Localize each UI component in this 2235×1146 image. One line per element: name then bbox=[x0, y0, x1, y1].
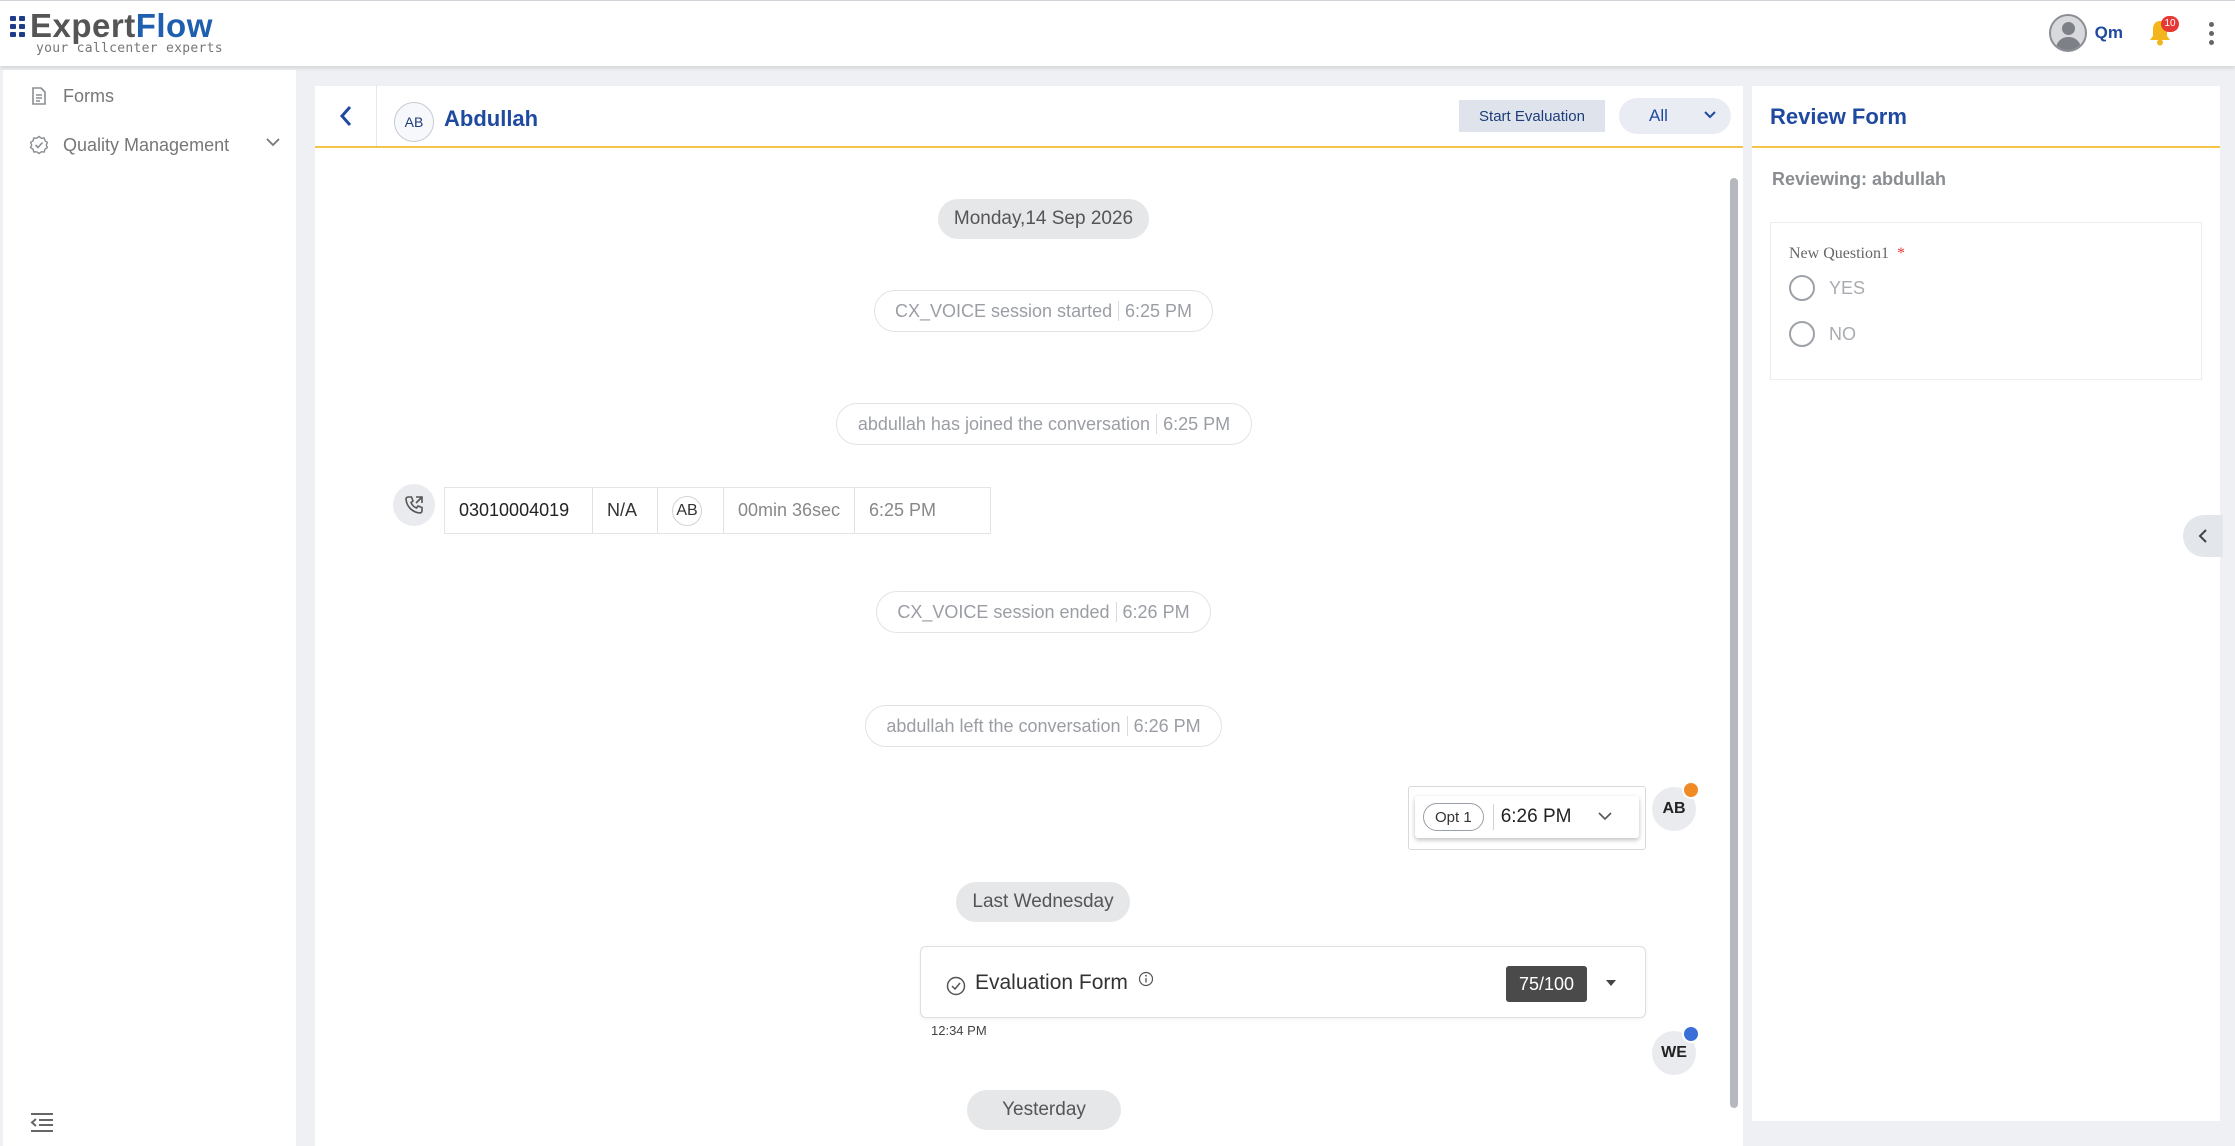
question-label: New Question1 * bbox=[1789, 245, 1905, 263]
conversation-panel: AB Abdullah Start Evaluation All Monday,… bbox=[315, 86, 1743, 1146]
start-evaluation-button[interactable]: Start Evaluation bbox=[1459, 100, 1605, 132]
review-form-header: Review Form bbox=[1752, 86, 2220, 148]
review-form-panel: Review Form Reviewing: abdullah New Ques… bbox=[1752, 86, 2220, 1121]
sidebar: Forms Quality Management bbox=[3, 70, 296, 1146]
sender-avatar-ab: AB bbox=[1652, 781, 1700, 831]
review-form-title: Review Form bbox=[1770, 104, 1907, 129]
radio-button[interactable] bbox=[1789, 275, 1815, 301]
call-duration: 00min 36sec bbox=[724, 488, 855, 533]
chevron-down-icon[interactable] bbox=[266, 137, 280, 147]
call-number: 03010004019 bbox=[445, 488, 593, 533]
radio-label: YES bbox=[1829, 277, 1866, 298]
radio-option-no[interactable]: NO bbox=[1789, 321, 1856, 347]
notification-bell-icon[interactable]: 10 bbox=[2147, 16, 2179, 48]
option-message-card: Opt 1 6:26 PM bbox=[1408, 786, 1646, 850]
sender-initials: AB bbox=[1662, 800, 1686, 817]
quality-icon bbox=[29, 135, 49, 155]
option-message-time: 6:26 PM bbox=[1500, 806, 1572, 827]
conversation-header: AB Abdullah Start Evaluation All bbox=[315, 86, 1743, 148]
evaluation-score-badge: 75/100 bbox=[1506, 966, 1587, 1002]
sender-avatar-we: WE bbox=[1652, 1025, 1700, 1075]
channel-filter-select[interactable]: All bbox=[1619, 98, 1731, 134]
info-icon[interactable] bbox=[1138, 971, 1154, 987]
call-time: 6:25 PM bbox=[869, 500, 937, 520]
system-message-text: CX_VOICE session ended bbox=[897, 601, 1110, 622]
option-message[interactable]: Opt 1 6:26 PM bbox=[1415, 796, 1639, 838]
radio-button[interactable] bbox=[1789, 321, 1815, 347]
system-message-text: abdullah left the conversation bbox=[886, 715, 1121, 736]
filter-value: All bbox=[1649, 106, 1668, 125]
chevron-down-icon[interactable] bbox=[1597, 810, 1613, 822]
system-message: CX_VOICE session ended 6:26 PM bbox=[876, 591, 1211, 633]
contact-avatar[interactable]: AB bbox=[394, 102, 434, 142]
contact-name: Abdullah bbox=[444, 106, 539, 131]
question-text: New Question1 bbox=[1789, 245, 1889, 262]
forms-icon bbox=[32, 87, 46, 105]
logo-wordmark: ExpertFlow bbox=[30, 7, 213, 44]
sidebar-item-label: Quality Management bbox=[63, 134, 230, 155]
logo-tagline: your callcenter experts bbox=[36, 41, 223, 56]
date-separator: Monday,14 Sep 2026 bbox=[938, 199, 1149, 239]
system-message-time: 6:26 PM bbox=[1133, 715, 1201, 736]
system-message: abdullah left the conversation 6:26 PM bbox=[865, 705, 1222, 747]
date-separator: Yesterday bbox=[967, 1090, 1121, 1130]
chevron-left-icon bbox=[339, 106, 351, 126]
sidebar-item-forms[interactable]: Forms bbox=[3, 76, 296, 116]
evaluation-time: 12:34 PM bbox=[931, 1023, 987, 1038]
system-message-time: 6:25 PM bbox=[1163, 413, 1231, 434]
evaluation-form-title: Evaluation Form bbox=[975, 971, 1128, 994]
channel-badge-icon bbox=[1682, 781, 1700, 799]
call-agent-cell: AB bbox=[658, 488, 724, 533]
logo-dots-icon bbox=[10, 15, 25, 37]
system-message-text: CX_VOICE session started bbox=[895, 300, 1113, 321]
selected-option-chip[interactable]: Opt 1 bbox=[1423, 803, 1484, 831]
system-message-text: abdullah has joined the conversation bbox=[857, 413, 1151, 434]
required-marker: * bbox=[1896, 245, 1905, 262]
radio-option-yes[interactable]: YES bbox=[1789, 275, 1865, 301]
expand-caret-icon[interactable] bbox=[1604, 978, 1618, 988]
notification-count-badge: 10 bbox=[2161, 16, 2179, 32]
chevron-down-icon bbox=[1704, 111, 1716, 119]
call-status: N/A bbox=[593, 488, 658, 533]
sidebar-item-label: Forms bbox=[63, 85, 114, 106]
panel-toggle-button[interactable] bbox=[2183, 515, 2223, 557]
web-channel-icon bbox=[1682, 1025, 1700, 1043]
radio-label: NO bbox=[1829, 323, 1856, 344]
evaluation-form-card[interactable]: Evaluation Form 75/100 bbox=[920, 946, 1646, 1018]
sender-initials: WE bbox=[1661, 1044, 1687, 1061]
expertflow-logo[interactable]: ExpertFlow your callcenter experts bbox=[10, 9, 223, 56]
system-message: abdullah has joined the conversation 6:25… bbox=[836, 403, 1252, 445]
user-name[interactable]: Qm bbox=[2095, 23, 2123, 43]
collapse-menu-icon[interactable] bbox=[29, 1111, 55, 1138]
call-details-card[interactable]: 03010004019 N/A AB 00min 36sec 6:25 PM bbox=[444, 487, 991, 534]
call-agent-avatar: AB bbox=[672, 495, 702, 526]
user-avatar[interactable] bbox=[2048, 14, 2087, 52]
phone-call-icon bbox=[393, 484, 435, 526]
back-button[interactable] bbox=[315, 86, 377, 146]
question-box: New Question1 * YES NO bbox=[1770, 222, 2202, 380]
date-separator: Last Wednesday bbox=[956, 882, 1130, 922]
system-message-time: 6:26 PM bbox=[1122, 601, 1190, 622]
sidebar-item-quality-management[interactable]: Quality Management bbox=[3, 125, 296, 165]
chat-scrollbar[interactable] bbox=[1730, 178, 1738, 1108]
top-header: ExpertFlow your callcenter experts Qm 10 bbox=[0, 0, 2235, 66]
system-message-time: 6:25 PM bbox=[1124, 300, 1192, 321]
system-message: CX_VOICE session started 6:25 PM bbox=[874, 290, 1213, 332]
more-options-icon[interactable] bbox=[2201, 18, 2221, 48]
chevron-left-icon bbox=[2198, 529, 2207, 543]
reviewing-label: Reviewing: abdullah bbox=[1772, 169, 1947, 189]
evaluation-icon bbox=[946, 976, 966, 996]
